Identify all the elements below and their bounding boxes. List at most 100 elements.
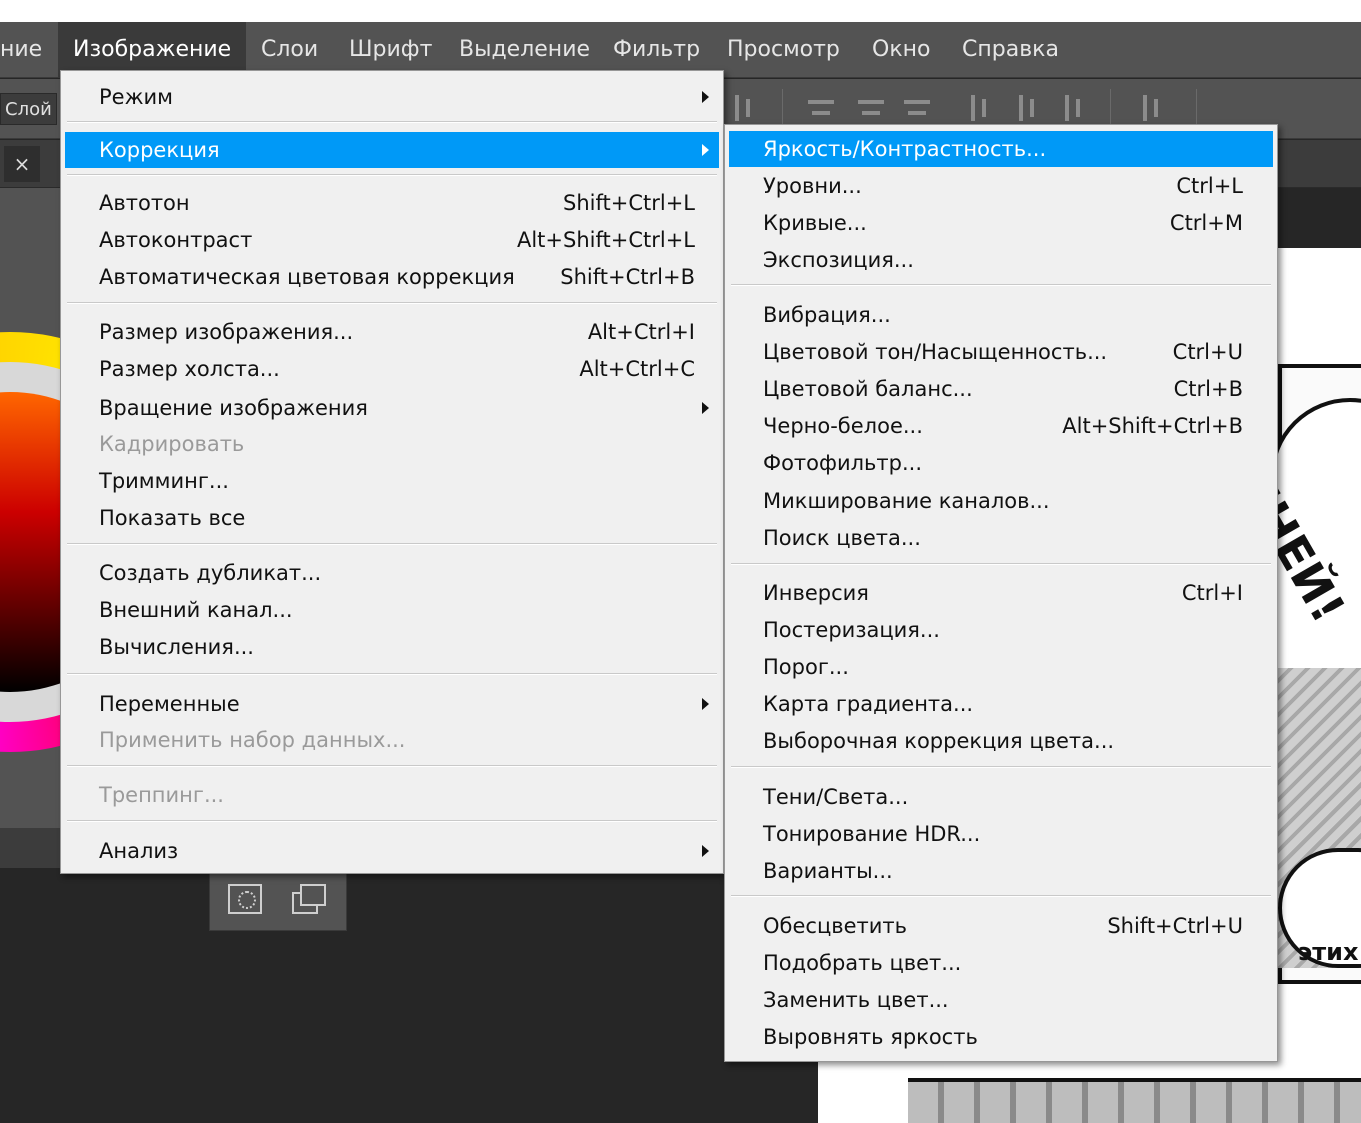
- menu-item-hue-saturation[interactable]: Цветовой тон/Насыщенность... Ctrl+U: [729, 334, 1273, 370]
- menu-item-label: Микширование каналов...: [763, 489, 1050, 513]
- menu-item-shadows-highlights[interactable]: Тени/Света...: [729, 779, 1273, 815]
- menu-item-replace-color[interactable]: Заменить цвет...: [729, 982, 1273, 1018]
- menu-item-label: Заменить цвет...: [763, 988, 949, 1012]
- distribute-bottom-icon[interactable]: [902, 93, 932, 123]
- menu-item-shortcut: Ctrl+B: [1173, 377, 1243, 401]
- menu-item-apply-data-set: Применить набор данных...: [65, 722, 719, 758]
- distribute-hcenter-icon[interactable]: [1012, 93, 1042, 123]
- menu-item-label: Применить набор данных...: [99, 728, 406, 752]
- menu-item-hdr-toning[interactable]: Тонирование HDR...: [729, 816, 1273, 852]
- menu-item-label: Анализ: [99, 839, 179, 863]
- menu-item-gradient-map[interactable]: Карта градиента...: [729, 686, 1273, 722]
- toolbar-divider: [1110, 89, 1111, 129]
- menu-item-analysis[interactable]: Анализ: [65, 833, 719, 869]
- menu-item-variations[interactable]: Варианты...: [729, 853, 1273, 889]
- menu-item-levels[interactable]: Уровни... Ctrl+L: [729, 168, 1273, 204]
- toolbar-divider: [782, 89, 783, 129]
- menu-item-duplicate[interactable]: Создать дубликат...: [65, 555, 719, 591]
- menu-item-auto-tone[interactable]: Автотон Shift+Ctrl+L: [65, 185, 719, 221]
- adjustments-submenu: Яркость/Контрастность... Уровни... Ctrl+…: [724, 124, 1278, 1062]
- menu-item-invert[interactable]: Инверсия Ctrl+I: [729, 575, 1273, 611]
- menu-item-curves[interactable]: Кривые... Ctrl+M: [729, 205, 1273, 241]
- menu-item-posterize[interactable]: Постеризация...: [729, 612, 1273, 648]
- menu-item-label: Автоматическая цветовая коррекция: [99, 265, 515, 289]
- submenu-arrow-icon: [702, 402, 709, 414]
- menu-separator: [731, 563, 1271, 565]
- menu-window[interactable]: Окно: [857, 22, 945, 78]
- menu-item-shortcut: Alt+Shift+Ctrl+B: [1062, 414, 1243, 438]
- distribute-right-icon[interactable]: [1058, 93, 1088, 123]
- menu-item-adjustments[interactable]: Коррекция: [65, 132, 719, 168]
- comic-bottom-panel: [908, 1078, 1361, 1123]
- menu-item-label: Вычисления...: [99, 635, 254, 659]
- menu-item-label: Автотон: [99, 191, 190, 215]
- menu-item-desaturate[interactable]: Обесцветить Shift+Ctrl+U: [729, 908, 1273, 944]
- menu-item-trap: Треппинг...: [65, 777, 719, 813]
- menu-item-shortcut: Ctrl+U: [1172, 340, 1243, 364]
- menu-item-shortcut: Alt+Shift+Ctrl+L: [516, 228, 695, 252]
- menu-item-equalize[interactable]: Выровнять яркость: [729, 1019, 1273, 1055]
- menu-separator: [67, 765, 717, 767]
- submenu-arrow-icon: [702, 845, 709, 857]
- align-right-edges-icon[interactable]: [728, 93, 758, 123]
- distribute-top-icon[interactable]: [806, 93, 836, 123]
- menu-item-image-size[interactable]: Размер изображения... Alt+Ctrl+I: [65, 314, 719, 350]
- menu-item-selective-color[interactable]: Выборочная коррекция цвета...: [729, 723, 1273, 759]
- submenu-arrow-icon: [702, 144, 709, 156]
- menu-item-label: Поиск цвета...: [763, 526, 921, 550]
- distribute-vcenter-icon[interactable]: [856, 93, 886, 123]
- menu-item-mode[interactable]: Режим: [65, 79, 719, 115]
- menu-item-label: Выровнять яркость: [763, 1025, 978, 1049]
- menu-item-image-rotation[interactable]: Вращение изображения: [65, 390, 719, 426]
- layer-dropdown[interactable]: Слой: [0, 93, 57, 125]
- menu-item-auto-color[interactable]: Автоматическая цветовая коррекция Shift+…: [65, 259, 719, 295]
- menu-item-trim[interactable]: Тримминг...: [65, 463, 719, 499]
- menu-separator: [67, 820, 717, 822]
- menu-item-shortcut: Shift+Ctrl+L: [563, 191, 695, 215]
- menu-item-variables[interactable]: Переменные: [65, 686, 719, 722]
- menu-item-label: Размер холста...: [99, 357, 280, 381]
- menu-item-photo-filter[interactable]: Фотофильтр...: [729, 445, 1273, 481]
- menu-item-shortcut: Ctrl+M: [1169, 211, 1243, 235]
- menu-separator: [67, 302, 717, 304]
- menu-item-auto-contrast[interactable]: Автоконтраст Alt+Shift+Ctrl+L: [65, 222, 719, 258]
- menu-item-shortcut: Shift+Ctrl+B: [560, 265, 695, 289]
- menu-item-label: Показать все: [99, 506, 246, 530]
- menu-item-apply-image[interactable]: Внешний канал...: [65, 592, 719, 628]
- menu-item-exposure[interactable]: Экспозиция...: [729, 242, 1273, 278]
- menu-help[interactable]: Справка: [947, 22, 1074, 78]
- menu-item-color-lookup[interactable]: Поиск цвета...: [729, 520, 1273, 556]
- menu-item-calculations[interactable]: Вычисления...: [65, 629, 719, 665]
- menu-item-channel-mixer[interactable]: Микширование каналов...: [729, 483, 1273, 519]
- menu-item-label: Выборочная коррекция цвета...: [763, 729, 1115, 753]
- distribute-left-icon[interactable]: [964, 93, 994, 123]
- auto-align-layers-icon[interactable]: [1136, 93, 1166, 123]
- menu-item-label: Коррекция: [99, 138, 220, 162]
- menu-item-shortcut: Ctrl+L: [1176, 174, 1243, 198]
- menu-edit-partial[interactable]: ние: [0, 22, 57, 78]
- menu-item-match-color[interactable]: Подобрать цвет...: [729, 945, 1273, 981]
- menu-item-color-balance[interactable]: Цветовой баланс... Ctrl+B: [729, 371, 1273, 407]
- close-tab-icon[interactable]: ×: [4, 146, 40, 182]
- menu-item-label: Карта градиента...: [763, 692, 974, 716]
- menu-item-label: Фотофильтр...: [763, 451, 922, 475]
- menu-item-label: Уровни...: [763, 174, 862, 198]
- menu-item-reveal-all[interactable]: Показать все: [65, 500, 719, 536]
- menu-item-threshold[interactable]: Порог...: [729, 649, 1273, 685]
- menu-item-canvas-size[interactable]: Размер холста... Alt+Ctrl+C: [65, 351, 719, 387]
- tools-panel: [209, 871, 347, 931]
- menu-item-brightness-contrast[interactable]: Яркость/Контрастность...: [729, 131, 1273, 167]
- quick-mask-icon[interactable]: [228, 884, 262, 914]
- menu-item-label: Вибрация...: [763, 303, 891, 327]
- menu-view[interactable]: Просмотр: [712, 22, 855, 78]
- image-menu: Режим Коррекция Автотон Shift+Ctrl+L Авт…: [60, 70, 724, 874]
- menu-item-vibrance[interactable]: Вибрация...: [729, 297, 1273, 333]
- menu-item-black-white[interactable]: Черно-белое... Alt+Shift+Ctrl+B: [729, 408, 1273, 444]
- submenu-arrow-icon: [702, 91, 709, 103]
- menu-item-label: Порог...: [763, 655, 849, 679]
- menu-item-label: Тримминг...: [99, 469, 229, 493]
- screen-mode-icon[interactable]: [292, 884, 326, 914]
- menu-item-label: Внешний канал...: [99, 598, 293, 622]
- menu-item-label: Размер изображения...: [99, 320, 354, 344]
- menu-separator: [67, 174, 717, 176]
